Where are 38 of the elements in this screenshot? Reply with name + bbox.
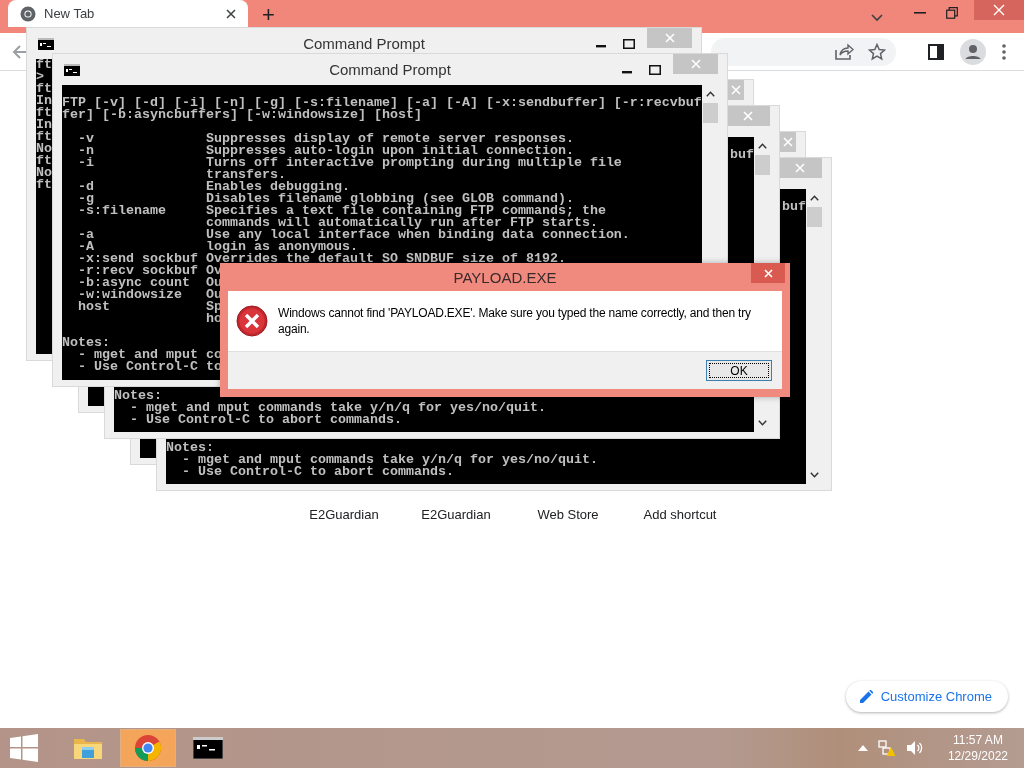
dialog-title: PAYLOAD.EXE	[453, 268, 557, 286]
console-line: ft	[36, 155, 52, 167]
console-line: -s:filename Specifies a text file containing FTP commands; the	[77, 205, 606, 217]
console-line: transfers.	[204, 169, 286, 181]
console-line: -A login as anonymous.	[77, 241, 358, 253]
console-line: In	[36, 119, 52, 131]
clock-time: 11:57 AM	[953, 732, 1003, 748]
console-line: buf	[730, 147, 754, 162]
console-line: -i Turns off interactive prompting during multiple file	[77, 157, 622, 169]
console-line: buf	[782, 199, 806, 214]
console-line: ft	[36, 179, 52, 191]
console-line: FTP [-v] [-d] [-i] [-n] [-g] [-s:filename] [-a] [-A] [-x:sendbuffer] [-r:recvbuf	[62, 97, 702, 109]
console-line: ft	[36, 107, 52, 119]
console-line: In	[36, 95, 52, 107]
console-line: No	[36, 143, 52, 155]
console-line: No	[36, 167, 52, 179]
console-line: ft	[36, 83, 52, 95]
console-line: -d Enables debugging.	[77, 181, 350, 193]
console-line: -v Suppresses display of remote server responses.	[77, 133, 574, 145]
error-message: Windows cannot find 'PAYLOAD.EXE'. Make sure you typed the name correctly, and then try again.	[278, 305, 752, 337]
console-line: -g Disables filename globbing (see GLOB command).	[77, 193, 574, 205]
console-line: ft	[36, 131, 52, 143]
console-line: - Use Control-C to abort commands.	[181, 466, 454, 478]
console-line: -n Suppresses auto-login upon initial connection.	[77, 145, 574, 157]
console-line: -x:send sockbuf Overrides the default SO SNDBUF size of 8192.	[77, 253, 566, 265]
console-line: -a Use any local interface when binding data connection.	[77, 229, 630, 241]
window-title: Command Prompt	[329, 61, 451, 78]
console-line: - Use Control-C to abort commands.	[129, 414, 402, 426]
console-line: - mget and mput commands take y/n/q for yes/no/quit.	[129, 402, 546, 414]
console-line: - mget and mput commands take y/n/q for yes/no/quit.	[181, 454, 598, 466]
console-line: Notes:	[166, 442, 214, 454]
console-line: Notes:	[62, 337, 110, 349]
console-line: Notes:	[114, 390, 162, 402]
console-line: >	[36, 71, 44, 83]
window-title: Command Prompt	[303, 35, 425, 52]
console-line: commands will automatically run after FTP starts.	[204, 217, 598, 229]
clock-date: 12/29/2022	[947, 748, 1008, 764]
console-line: fer] [-b:asyncbuffers] [-w:windowsize] [host]	[62, 109, 422, 121]
